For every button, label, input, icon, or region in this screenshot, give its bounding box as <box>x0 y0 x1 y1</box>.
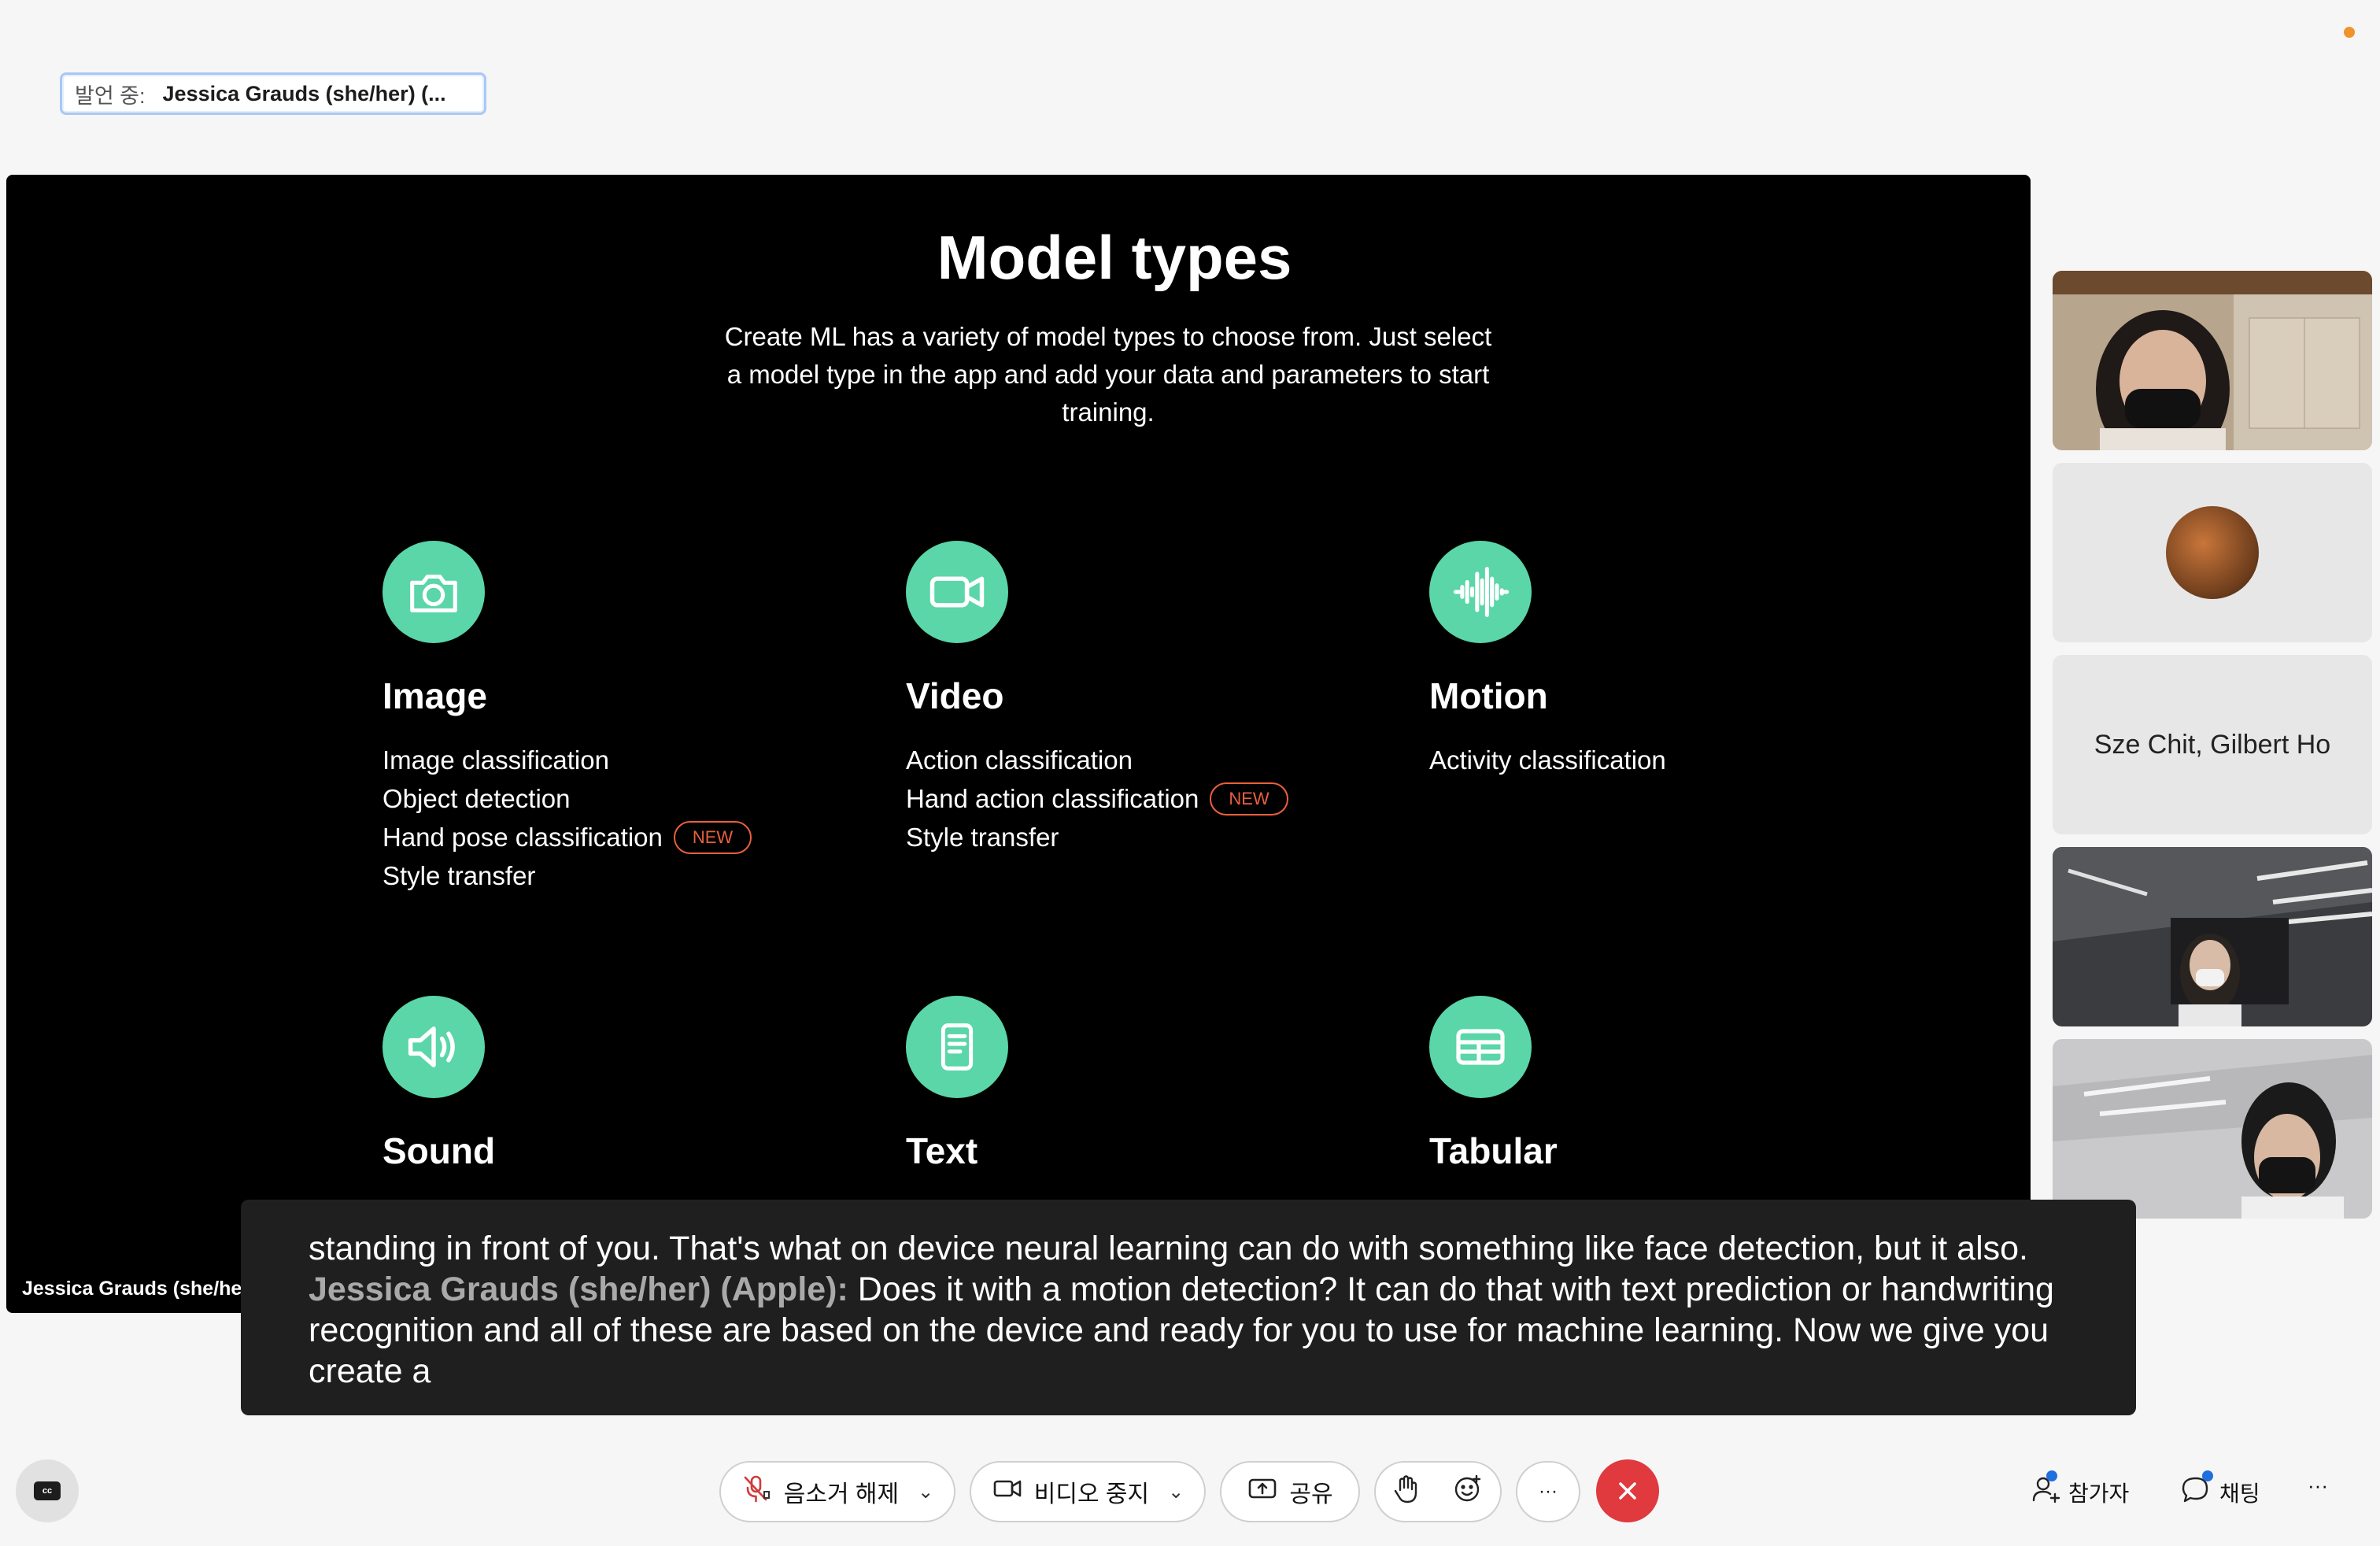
active-speaker-name: Jessica Grauds (she/her) (... <box>162 81 446 105</box>
list-item: Image classification <box>382 745 609 775</box>
category-tabular: Tabular <box>1429 996 1558 1172</box>
speaking-label: 발언 중: <box>75 83 146 108</box>
caption-line: standing in front of you. That's what on… <box>309 1230 2029 1267</box>
share-screen-icon <box>1247 1473 1278 1511</box>
participant-video-tile[interactable] <box>2053 1039 2372 1219</box>
unmute-label: 음소거 해제 <box>783 1481 900 1507</box>
document-icon <box>906 996 1008 1098</box>
category-name: Tabular <box>1429 1130 1558 1171</box>
category-image: Image Image classification Object detect… <box>382 541 752 895</box>
camera-icon <box>382 541 485 643</box>
overflow-label: ··· <box>2308 1474 2328 1497</box>
list-item: Action classification <box>906 745 1133 775</box>
participant-name: Sze Chit, Gilbert Ho <box>2094 729 2331 760</box>
participant-name-tile[interactable]: Sze Chit, Gilbert Ho <box>2053 655 2372 834</box>
category-name: Text <box>906 1130 978 1171</box>
waveform-icon <box>1429 541 1532 643</box>
participants-icon <box>2031 1470 2060 1511</box>
new-badge: NEW <box>1210 782 1288 816</box>
video-icon <box>906 541 1008 643</box>
presenter-name-label: Jessica Grauds (she/her <box>22 1278 250 1300</box>
status-dot <box>2344 27 2355 38</box>
list-item: Activity classification <box>1429 745 1666 775</box>
chat-bubble-icon <box>2180 1470 2213 1511</box>
stop-video-label: 비디오 중지 <box>1033 1481 1150 1507</box>
category-name: Image <box>382 675 487 716</box>
chat-button[interactable]: 채팅 <box>2180 1470 2260 1511</box>
speaker-icon <box>382 996 485 1098</box>
chevron-down-icon[interactable]: ⌄ <box>1168 1481 1184 1503</box>
category-name: Sound <box>382 1130 496 1171</box>
list-item: Hand pose classification NEW <box>382 818 752 856</box>
list-item: Style transfer <box>382 861 536 890</box>
overflow-menu-button[interactable]: ··· <box>2308 1474 2328 1498</box>
active-speaker-indicator[interactable]: 발언 중: Jessica Grauds (she/her) (... <box>60 72 486 115</box>
participant-avatar-tile[interactable] <box>2053 463 2372 642</box>
chat-label: 채팅 <box>2219 1481 2260 1506</box>
live-caption: standing in front of you. That's what on… <box>241 1200 2136 1415</box>
slide-title: Model types <box>937 223 1292 292</box>
avatar <box>2166 506 2259 599</box>
new-badge: NEW <box>673 820 752 854</box>
end-call-button[interactable] <box>1596 1459 1659 1522</box>
category-name: Motion <box>1429 675 1548 716</box>
more-options-button[interactable]: ··· <box>1516 1461 1580 1522</box>
participants-label: 참가자 <box>2068 1481 2130 1506</box>
participant-video <box>2053 271 2372 450</box>
category-video: Video Action classification Hand action … <box>906 541 1288 856</box>
chevron-down-icon[interactable]: ⌄ <box>918 1481 933 1503</box>
participants-button[interactable]: 참가자 <box>2031 1470 2130 1511</box>
muted-mic-icon <box>741 1473 773 1511</box>
more-options-label: ··· <box>1539 1481 1558 1502</box>
video-camera-icon <box>992 1473 1023 1511</box>
table-icon <box>1429 996 1532 1098</box>
shared-screen: Model types Create ML has a variety of m… <box>6 175 2031 1313</box>
share-button[interactable]: 공유 <box>1220 1461 1360 1522</box>
notification-dot <box>2202 1470 2213 1481</box>
caption-speaker: Jessica Grauds (she/her) (Apple): <box>309 1270 848 1308</box>
category-sound: Sound <box>382 996 495 1172</box>
category-motion: Motion Activity classification <box>1429 541 1666 779</box>
notification-dot <box>2046 1470 2057 1481</box>
category-text: Text <box>906 996 1008 1172</box>
stop-video-button[interactable]: 비디오 중지 ⌄ <box>970 1461 1206 1522</box>
list-item: Object detection <box>382 784 571 813</box>
participant-video-tile[interactable] <box>2053 847 2372 1026</box>
category-name: Video <box>906 675 1004 716</box>
participant-video <box>2053 847 2372 1026</box>
closed-captions-button[interactable]: cc <box>16 1459 79 1522</box>
raise-hand-icon[interactable] <box>1392 1473 1421 1511</box>
cc-icon: cc <box>34 1481 61 1500</box>
close-icon <box>1619 1482 1636 1500</box>
slide-subtitle: Create ML has a variety of model types t… <box>724 322 1492 427</box>
participant-video <box>2053 1039 2372 1219</box>
list-item: Style transfer <box>906 823 1059 852</box>
unmute-button[interactable]: 음소거 해제 ⌄ <box>719 1461 955 1522</box>
reactions-group <box>1374 1461 1502 1522</box>
participant-video-tile[interactable] <box>2053 271 2372 450</box>
list-item: Hand action classification NEW <box>906 779 1288 818</box>
share-label: 공유 <box>1289 1481 1333 1507</box>
emoji-reaction-icon[interactable] <box>1452 1473 1484 1511</box>
